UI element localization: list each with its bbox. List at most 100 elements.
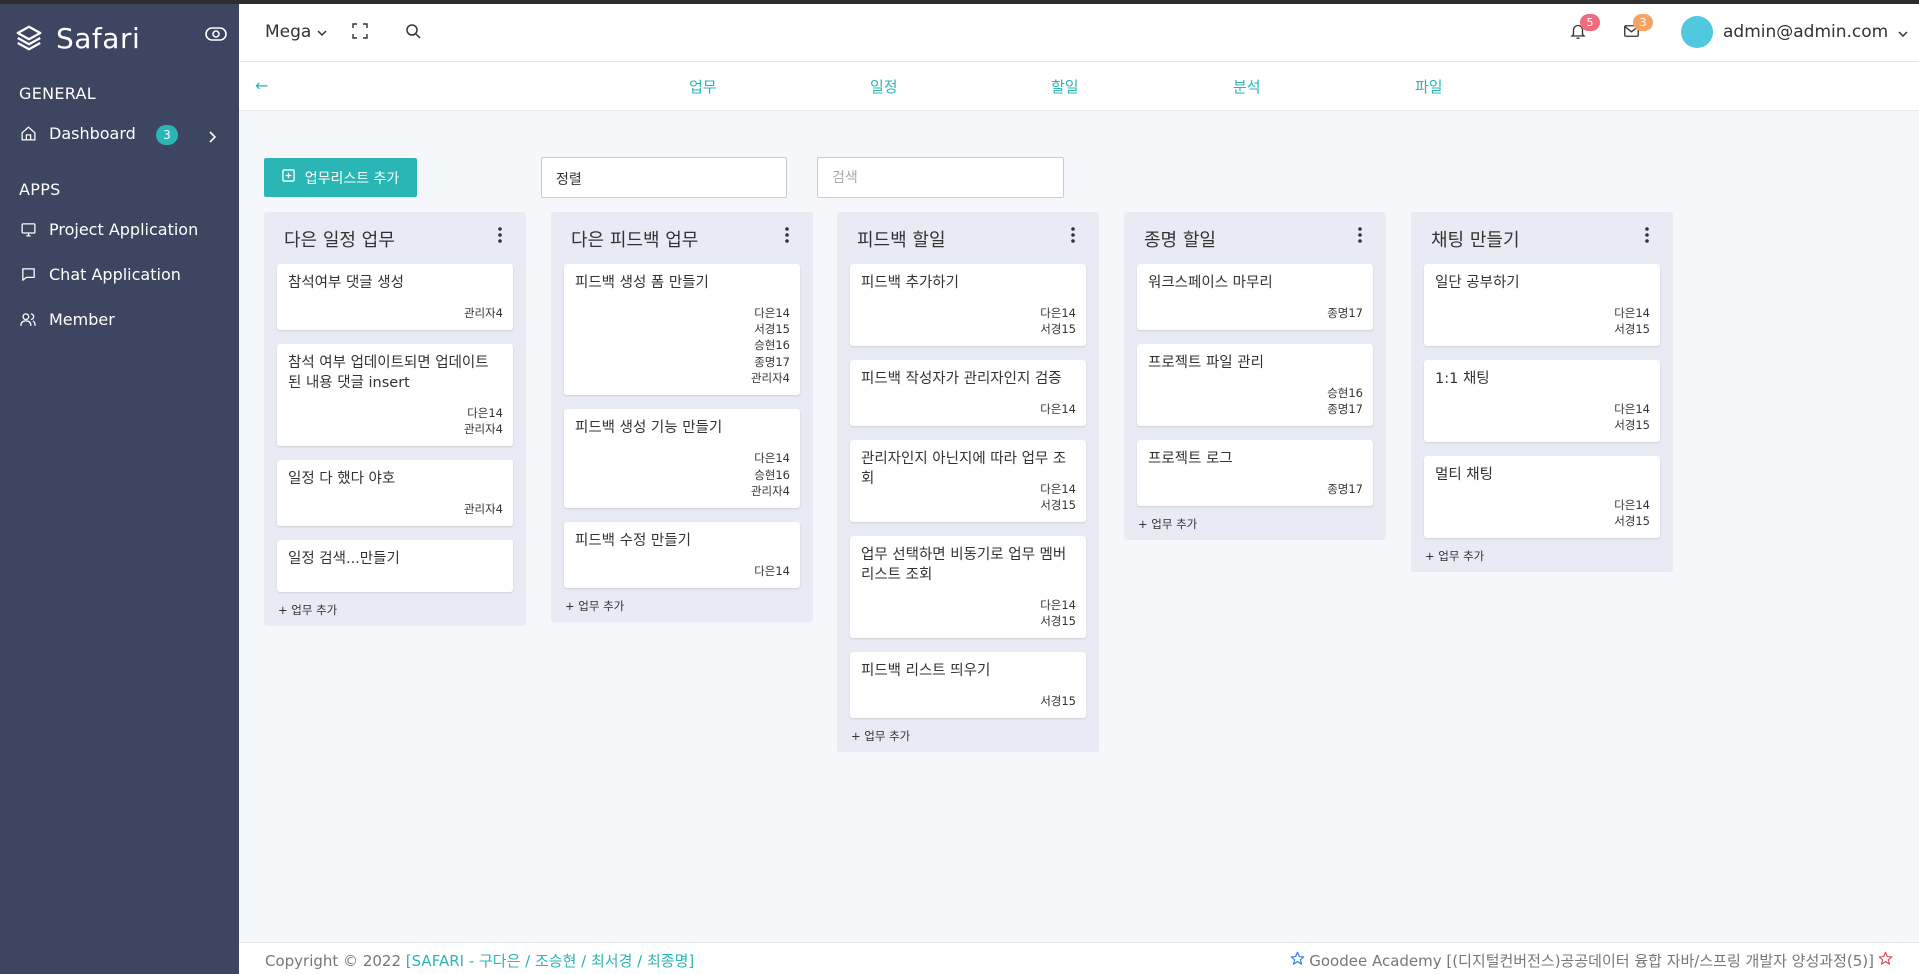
task-card-members: 서경15 — [1040, 693, 1076, 709]
task-card[interactable]: 일정 다 했다 야호관리자4 — [277, 460, 513, 526]
task-member-name: 다은14 — [1614, 401, 1650, 416]
sidebar-item-chat-application[interactable]: Chat Application — [19, 257, 229, 291]
kebab-menu-icon[interactable] — [1071, 227, 1075, 247]
task-member-name: 관리자4 — [463, 421, 503, 436]
users-icon — [19, 310, 37, 328]
notifications-count-badge: 5 — [1580, 14, 1600, 31]
mega-menu-label: Mega — [265, 22, 312, 42]
apps-section-label: APPS — [19, 180, 61, 199]
task-list-column: 채팅 만들기 일단 공부하기 다은14 서경15 1:1 채팅 다은14 서경15 멀티 채팅… — [1411, 212, 1673, 572]
team-credits: [SAFARI - 구다은 / 조승현 / 최서경 / 최종명] — [405, 952, 695, 970]
task-card[interactable]: 멀티 채팅 다은14 서경15 — [1424, 456, 1660, 538]
task-member-name: 다은14 — [754, 451, 790, 466]
footer-academy: Goodee Academy [(디지털컨버전스)공공데이터 융합 자바/스프링… — [1290, 950, 1893, 971]
task-card[interactable]: 피드백 작성자가 관리자인지 검증 다은14 — [850, 360, 1086, 426]
kebab-menu-icon[interactable] — [785, 227, 789, 247]
chevron-down-icon — [1898, 23, 1908, 42]
task-member-name: 관리자4 — [463, 501, 503, 516]
dashboard-count-badge: 3 — [156, 125, 178, 145]
task-card[interactable]: 프로젝트 로그 종명17 — [1137, 440, 1373, 506]
task-card-members: 관리자4 — [464, 501, 503, 517]
column-title: 피드백 할일 — [857, 230, 946, 251]
task-card-members: 다은14 서경15 — [1040, 597, 1076, 629]
column-header: 피드백 할일 — [837, 212, 1099, 262]
tab-analysis[interactable]: 분석 — [1233, 76, 1261, 97]
brand[interactable]: Safari — [14, 18, 140, 58]
task-member-name: 다은14 — [467, 405, 503, 420]
task-card[interactable]: 참석 여부 업데이트되면 업데이트 된 내용 댓글 insert 다은14 관리자4 — [277, 344, 513, 446]
task-card[interactable]: 일단 공부하기 다은14 서경15 — [1424, 264, 1660, 346]
kebab-menu-icon[interactable] — [1358, 227, 1362, 247]
sidebar-item-label: Member — [49, 309, 115, 329]
tab-tasks[interactable]: 업무 — [689, 76, 717, 97]
task-member-name: 다은14 — [1614, 305, 1650, 320]
messages-button[interactable]: 3 — [1622, 14, 1653, 44]
task-card[interactable]: 관리자인지 아닌지에 따라 업무 조회 다은14 서경15 — [850, 440, 1086, 522]
notifications-bell[interactable]: 5 — [1569, 14, 1600, 45]
kebab-menu-icon[interactable] — [1645, 227, 1649, 247]
add-task-list-button[interactable]: 업무리스트 추가 — [264, 158, 417, 197]
task-member-name: 다은14 — [754, 305, 790, 320]
task-card[interactable]: 피드백 생성 기능 만들기 다은14 승현16 관리자4 — [564, 409, 800, 508]
task-card[interactable]: 1:1 채팅 다은14 서경15 — [1424, 360, 1660, 442]
fullscreen-icon[interactable] — [352, 23, 368, 43]
back-arrow-icon[interactable]: ← — [255, 76, 268, 95]
task-card[interactable]: 피드백 추가하기 다은14 서경15 — [850, 264, 1086, 346]
task-member-name: 서경15 — [1040, 613, 1076, 628]
mega-menu-dropdown[interactable]: Mega — [265, 22, 327, 42]
messages-count-badge: 3 — [1633, 14, 1653, 31]
tab-files[interactable]: 파일 — [1415, 76, 1443, 97]
sort-select[interactable]: 정렬 — [541, 157, 787, 198]
add-task-link[interactable]: + 업무 추가 — [1138, 516, 1197, 532]
search-icon[interactable] — [405, 23, 421, 43]
sidebar-toggle-icon[interactable] — [205, 26, 227, 46]
task-list-column: 다은 일정 업무 참석여부 댓글 생성 관리자4 참석 여부 업데이트되면 업데이트 … — [264, 212, 526, 626]
copyright-text: Copyright © 2022 — [265, 952, 406, 970]
task-card[interactable]: 프로젝트 파일 관리 승현16 종명17 — [1137, 344, 1373, 426]
tab-schedule[interactable]: 일정 — [870, 76, 898, 97]
task-card[interactable]: 워크스페이스 마무리 종명17 — [1137, 264, 1373, 330]
task-card-title: 참석 여부 업데이트되면 업데이트 된 내용 댓글 insert — [288, 355, 489, 391]
chevron-down-icon — [317, 22, 327, 42]
tab-todo[interactable]: 할일 — [1051, 76, 1079, 97]
task-list-column: 종명 할일 워크스페이스 마무리 종명17 프로젝트 파일 관리 승현16 종명17 프로젝… — [1124, 212, 1386, 540]
task-card-title: 일정 검색...만들기 — [288, 551, 400, 567]
task-card-title: 일정 다 했다 야호 — [288, 471, 396, 487]
task-card-members: 다은14 관리자4 — [464, 405, 503, 437]
search-input[interactable] — [817, 157, 1064, 198]
task-card-title: 피드백 생성 기능 만들기 — [575, 420, 723, 436]
task-card[interactable]: 업무 선택하면 비동기로 업무 멤버 리스트 조회다은14 서경15 — [850, 536, 1086, 638]
task-card-title: 프로젝트 파일 관리 — [1148, 355, 1264, 371]
task-member-name: 종명17 — [754, 354, 790, 369]
task-member-name: 서경15 — [1614, 321, 1650, 336]
add-task-link[interactable]: + 업무 추가 — [565, 598, 624, 614]
sidebar-item-member[interactable]: Member — [19, 302, 229, 336]
task-member-name: 서경15 — [1040, 693, 1076, 708]
task-card-title: 업무 선택하면 비동기로 업무 멤버 리스트 조회 — [861, 547, 1067, 583]
task-card-members: 다은14 서경15 — [1040, 481, 1076, 513]
add-task-link[interactable]: + 업무 추가 — [1425, 548, 1484, 564]
task-list-column: 다은 피드백 업무 피드백 생성 폼 만들기 다은14 서경15 승현16 종명17 관리자… — [551, 212, 813, 622]
home-icon — [19, 124, 37, 142]
column-header: 채팅 만들기 — [1411, 212, 1673, 262]
task-card-title: 1:1 채팅 — [1435, 371, 1490, 387]
sidebar-item-project-application[interactable]: Project Application — [19, 212, 229, 246]
task-card-members: 종명17 — [1327, 481, 1363, 497]
sidebar-item-dashboard[interactable]: Dashboard — [19, 116, 229, 150]
user-email: admin@admin.com — [1723, 22, 1889, 42]
user-menu[interactable]: admin@admin.com — [1681, 16, 1908, 48]
task-card[interactable]: 피드백 리스트 띄우기 서경15 — [850, 652, 1086, 718]
task-member-name: 다은14 — [1040, 481, 1076, 496]
add-task-link[interactable]: + 업무 추가 — [278, 602, 337, 618]
kebab-menu-icon[interactable] — [498, 227, 502, 247]
add-task-link[interactable]: + 업무 추가 — [851, 728, 910, 744]
task-card[interactable]: 일정 검색...만들기 — [277, 540, 513, 592]
task-card[interactable]: 피드백 생성 폼 만들기 다은14 서경15 승현16 종명17 관리자4 — [564, 264, 800, 395]
task-card[interactable]: 피드백 수정 만들기 다은14 — [564, 522, 800, 588]
task-card-members: 관리자4 — [464, 305, 503, 321]
column-header: 종명 할일 — [1124, 212, 1386, 262]
star-outline-icon — [1878, 951, 1893, 970]
chevron-right-icon[interactable] — [208, 128, 217, 147]
task-card[interactable]: 참석여부 댓글 생성 관리자4 — [277, 264, 513, 330]
task-card-members: 다은14 서경15 — [1040, 305, 1076, 337]
